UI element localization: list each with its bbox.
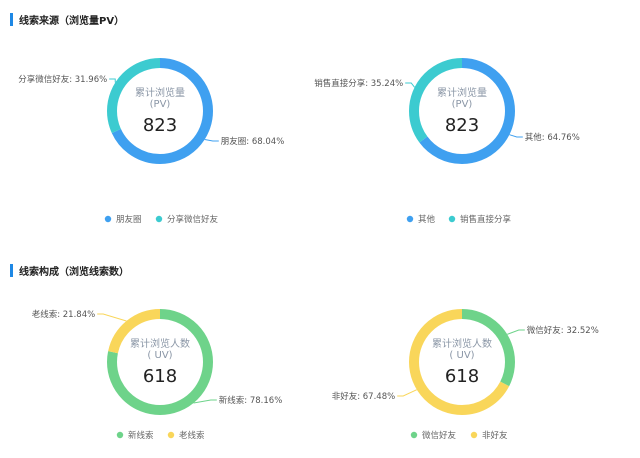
donut-chart: 其他: 64.76% 销售直接分享: 35.24% 累计浏览量(PV) 823 其他 销售… (314, 58, 580, 225)
slice-leader-line (509, 134, 523, 138)
donut-chart: 微信好友: 32.52% 非好友: 67.48% 累计浏览人数( UV) 618 微信好… (332, 309, 599, 441)
legend-dot (406, 215, 414, 223)
center-label: ( UV) (449, 350, 474, 361)
legend-item: 非好友 (482, 430, 508, 441)
center-value: 618 (143, 366, 177, 387)
slice-label: 微信好友: 32.52% (527, 325, 599, 336)
legend-item: 微信好友 (422, 430, 457, 441)
center-label: 累计浏览量 (135, 86, 185, 99)
legend-dot (410, 431, 418, 439)
slice-label: 老线索: 21.84% (32, 309, 95, 320)
legend-dot (116, 431, 124, 439)
legend-item: 老线索 (179, 430, 205, 441)
legend-item: 新线索 (128, 430, 154, 441)
legend-item: 分享微信好友 (167, 214, 219, 225)
slice-label: 销售直接分享: 35.24% (314, 78, 403, 89)
donut-charts: 朋友圈: 68.04%分享微信好友: 31.96%累计浏览量(PV)823朋友圈… (18, 58, 599, 441)
legend-dot (167, 431, 175, 439)
slice-label: 非好友: 67.48% (332, 391, 395, 402)
legend-dot (104, 215, 112, 223)
slice-label: 朋友圈: 68.04% (221, 136, 284, 147)
legend-dot (470, 431, 478, 439)
center-label: 累计浏览量 (437, 86, 487, 99)
center-label: ( UV) (147, 350, 172, 361)
legend-dot (448, 215, 456, 223)
slice-label: 分享微信好友: 31.96% (18, 74, 107, 85)
legend-dot (155, 215, 163, 223)
center-label: 累计浏览人数 (432, 337, 492, 350)
center-value: 618 (445, 366, 479, 387)
donut-chart: 朋友圈: 68.04% 分享微信好友: 31.96% 累计浏览量(PV) 823 朋友圈… (18, 58, 284, 225)
slice-leader-line (193, 399, 217, 404)
slice-label: 其他: 64.76% (525, 132, 580, 143)
legend-item: 朋友圈 (116, 214, 142, 225)
slice-leader-line (109, 78, 116, 83)
slice-leader-line (405, 82, 415, 88)
center-label: (PV) (452, 99, 473, 110)
slice-leader-line (507, 329, 525, 335)
slice-leader-line (397, 389, 418, 397)
slice-label: 新线索: 78.16% (219, 395, 282, 406)
center-label: (PV) (150, 99, 171, 110)
legend-item: 其他 (418, 214, 436, 225)
center-value: 823 (445, 115, 479, 136)
slice-leader-line (97, 313, 127, 322)
slice-leader-line (204, 138, 219, 142)
center-value: 823 (143, 115, 177, 136)
legend-item: 销售直接分享 (460, 214, 512, 225)
donut-chart: 新线索: 78.16% 老线索: 21.84% 累计浏览人数( UV) 618 新线索 老… (32, 309, 282, 441)
center-label: 累计浏览人数 (130, 337, 190, 350)
